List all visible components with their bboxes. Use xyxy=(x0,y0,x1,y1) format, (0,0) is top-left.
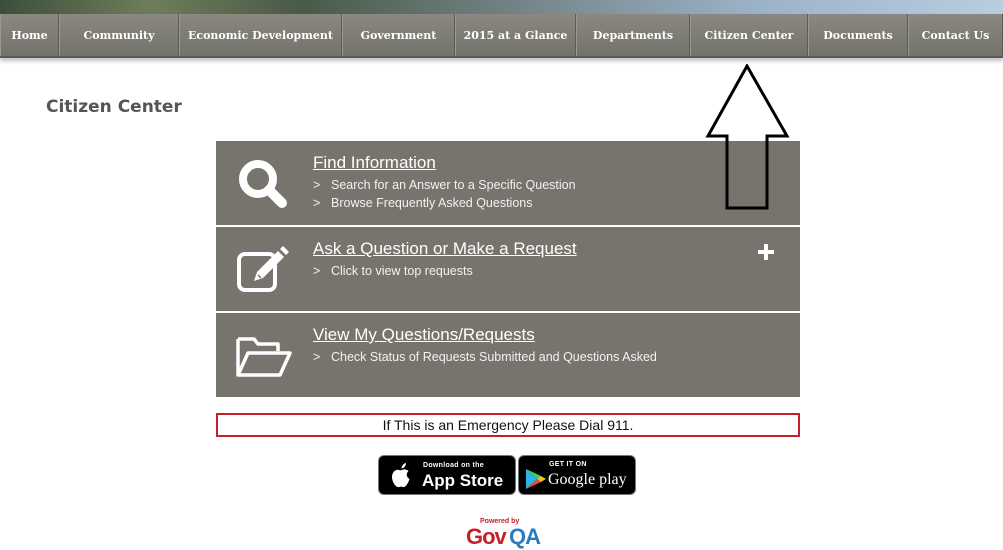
nav-contact-us[interactable]: Contact Us xyxy=(908,14,1003,56)
view-requests-link[interactable]: View My Questions/Requests xyxy=(313,325,535,345)
folder-icon xyxy=(236,337,292,377)
nav-citizen-center[interactable]: Citizen Center xyxy=(690,14,808,56)
google-play-big-text: Google play xyxy=(548,471,627,488)
view-requests-panel[interactable]: View My Questions/Requests > Check Status… xyxy=(216,313,800,397)
google-play-button[interactable]: GET IT ON Google play xyxy=(518,455,636,495)
nav-economic-development[interactable]: Economic Development xyxy=(179,14,342,56)
plus-icon[interactable] xyxy=(758,244,774,260)
nav-departments[interactable]: Departments xyxy=(576,14,690,56)
annotation-arrow-icon xyxy=(705,64,790,210)
chevron-icon: > xyxy=(313,196,321,210)
app-store-button[interactable]: Download on the App Store xyxy=(378,455,516,495)
search-icon xyxy=(239,160,287,208)
chevron-icon: > xyxy=(313,264,321,278)
find-sub-browse[interactable]: > Browse Frequently Asked Questions xyxy=(313,196,533,210)
find-sub-browse-label: Browse Frequently Asked Questions xyxy=(331,196,533,210)
ask-sub-label: Click to view top requests xyxy=(331,264,473,278)
page-title: Citizen Center xyxy=(46,97,182,117)
find-sub-search-label: Search for an Answer to a Specific Quest… xyxy=(331,178,576,192)
emergency-notice: If This is an Emergency Please Dial 911. xyxy=(216,413,800,437)
nav-government[interactable]: Government xyxy=(342,14,455,56)
app-store-small-text: Download on the xyxy=(423,462,484,469)
header-photo xyxy=(0,0,1003,14)
find-sub-search[interactable]: > Search for an Answer to a Specific Ques… xyxy=(313,178,576,192)
edit-icon xyxy=(237,246,289,292)
find-information-link[interactable]: Find Information xyxy=(313,153,436,173)
nav-2015-at-a-glance[interactable]: 2015 at a Glance xyxy=(455,14,576,56)
nav-documents[interactable]: Documents xyxy=(808,14,908,56)
chevron-icon: > xyxy=(313,178,321,192)
google-play-small-text: GET IT ON xyxy=(549,461,587,468)
govqa-gov-text: Gov xyxy=(466,524,507,549)
app-store-big-text: App Store xyxy=(422,471,504,490)
main-nav: Home Community Economic Development Gove… xyxy=(0,14,1003,58)
govqa-qa-text: QA xyxy=(509,524,541,549)
view-sub-label: Check Status of Requests Submitted and Q… xyxy=(331,350,657,364)
view-sub-status[interactable]: > Check Status of Requests Submitted and … xyxy=(313,350,657,364)
ask-question-link[interactable]: Ask a Question or Make a Request xyxy=(313,239,577,259)
nav-community[interactable]: Community xyxy=(59,14,179,56)
play-icon xyxy=(526,469,546,489)
govqa-logo[interactable]: Powered by Gov QA xyxy=(466,518,541,550)
chevron-icon: > xyxy=(313,350,321,364)
apple-icon xyxy=(392,463,410,488)
ask-sub-top-requests[interactable]: > Click to view top requests xyxy=(313,264,473,278)
nav-home[interactable]: Home xyxy=(0,14,59,56)
ask-question-panel[interactable]: Ask a Question or Make a Request > Click … xyxy=(216,227,800,311)
